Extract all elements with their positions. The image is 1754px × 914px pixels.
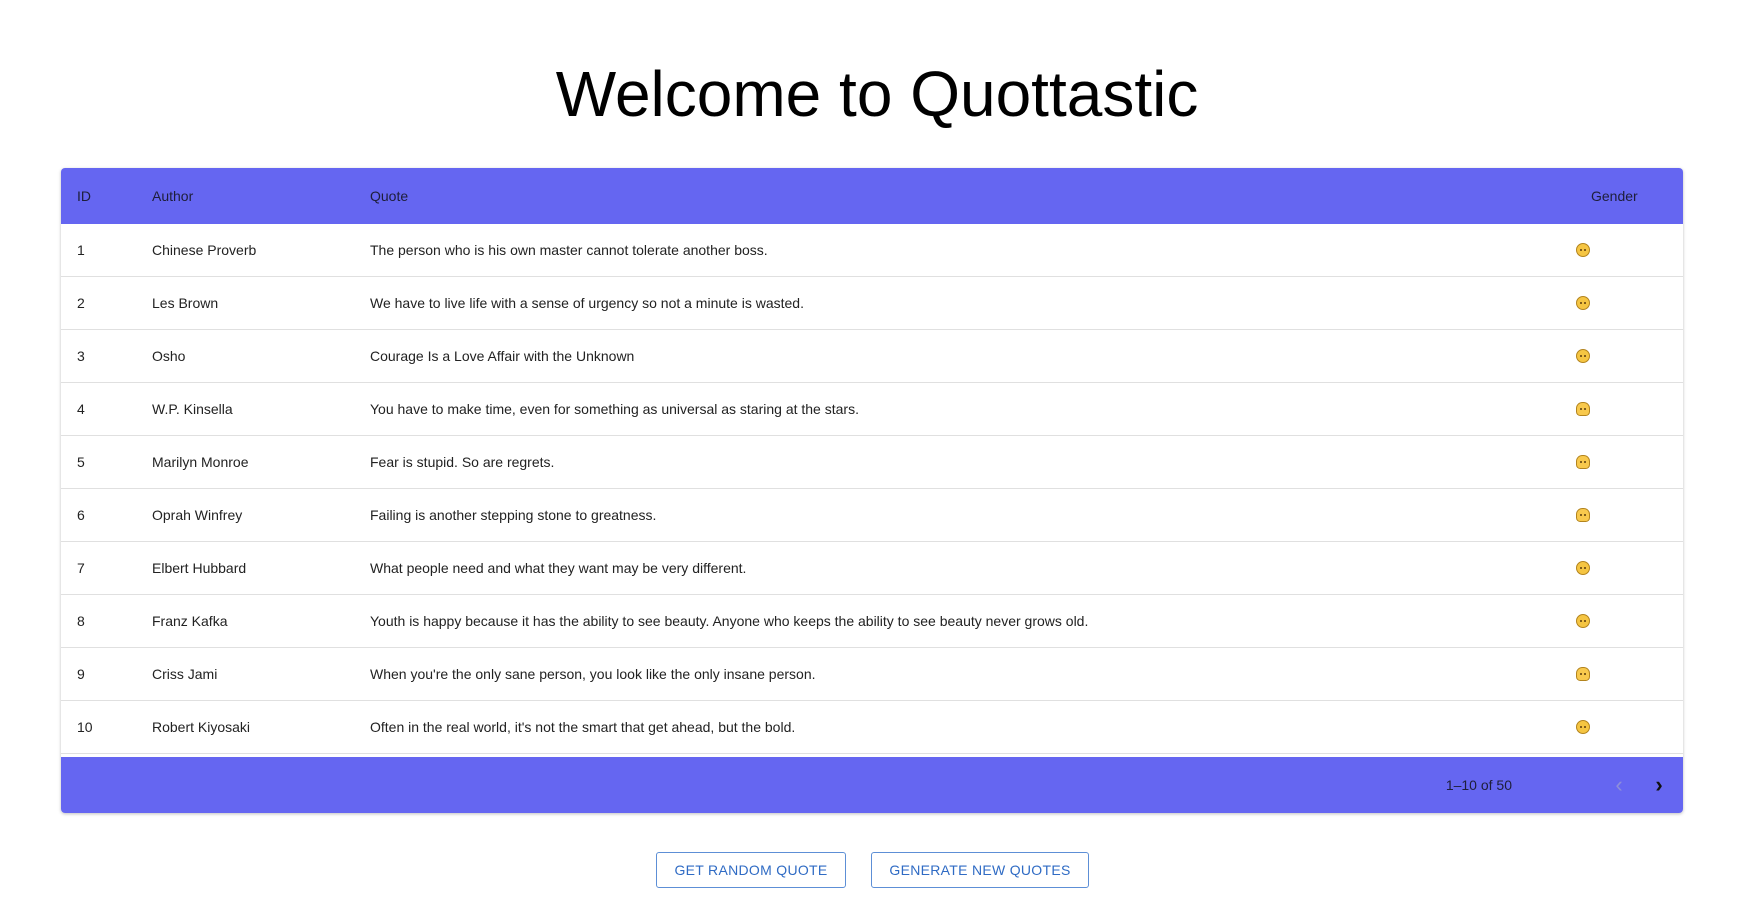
woman-emoji-icon (1576, 667, 1590, 681)
table-row[interactable]: 3 Osho Courage Is a Love Affair with the U… (61, 330, 1683, 383)
column-header-id[interactable]: ID (77, 168, 91, 224)
cell-gender (1576, 436, 1590, 489)
pagination-range: 1–10 of 50 (1445, 777, 1512, 793)
column-header-gender[interactable]: Gender (1591, 168, 1638, 224)
table-row[interactable]: 10 Robert Kiyosaki Often in the real world… (61, 701, 1683, 754)
cell-id: 2 (77, 295, 85, 311)
chevron-left-icon: ‹ (1615, 772, 1623, 797)
cell-quote: The person who is his own master cannot … (370, 242, 768, 258)
man-emoji-icon (1576, 243, 1590, 257)
next-page-button[interactable]: › (1643, 769, 1675, 801)
cell-author: Osho (152, 348, 186, 364)
woman-emoji-icon (1576, 455, 1590, 469)
woman-emoji-icon (1576, 402, 1590, 416)
cell-quote: When you're the only sane person, you lo… (370, 666, 816, 682)
table-row[interactable]: 6 Oprah Winfrey Failing is another steppin… (61, 489, 1683, 542)
cell-quote: Fear is stupid. So are regrets. (370, 454, 555, 470)
column-header-author[interactable]: Author (152, 168, 193, 224)
table-row[interactable]: 9 Criss Jami When you're the only sane per… (61, 648, 1683, 701)
table-row[interactable]: 5 Marilyn Monroe Fear is stupid. So are re… (61, 436, 1683, 489)
page-title: Welcome to Quottastic (555, 58, 1199, 130)
cell-id: 4 (77, 401, 85, 417)
table-row[interactable]: 8 Franz Kafka Youth is happy because it ha… (61, 595, 1683, 648)
cell-id: 1 (77, 242, 85, 258)
cell-gender (1576, 701, 1590, 754)
man-emoji-icon (1576, 349, 1590, 363)
cell-id: 3 (77, 348, 85, 364)
table-row[interactable]: 4 W.P. Kinsella You have to make time, eve… (61, 383, 1683, 436)
man-emoji-icon (1576, 720, 1590, 734)
cell-author: W.P. Kinsella (152, 401, 233, 417)
cell-gender (1576, 595, 1590, 648)
cell-quote: Often in the real world, it's not the sm… (370, 719, 796, 735)
cell-author: Marilyn Monroe (152, 454, 249, 470)
get-random-quote-button[interactable]: GET RANDOM QUOTE (656, 852, 846, 888)
table-row[interactable]: 1 Chinese Proverb The person who is his ow… (61, 224, 1683, 277)
cell-author: Chinese Proverb (152, 242, 257, 258)
cell-author: Oprah Winfrey (152, 507, 243, 523)
cell-gender (1576, 542, 1590, 595)
cell-id: 9 (77, 666, 85, 682)
man-emoji-icon (1576, 614, 1590, 628)
cell-author: Criss Jami (152, 666, 218, 682)
cell-gender (1576, 224, 1590, 277)
cell-quote: You have to make time, even for somethin… (370, 401, 859, 417)
cell-quote: Courage Is a Love Affair with the Unknow… (370, 348, 635, 364)
woman-emoji-icon (1576, 508, 1590, 522)
cell-author: Robert Kiyosaki (152, 719, 251, 735)
table-row[interactable]: 7 Elbert Hubbard What people need and what… (61, 542, 1683, 595)
previous-page-button[interactable]: ‹ (1603, 769, 1635, 801)
cell-quote: What people need and what they want may … (370, 560, 747, 576)
cell-id: 10 (77, 719, 93, 735)
cell-gender (1576, 489, 1590, 542)
man-emoji-icon (1576, 296, 1590, 310)
cell-id: 7 (77, 560, 85, 576)
table-row[interactable]: 2 Les Brown We have to live life with a se… (61, 277, 1683, 330)
chevron-right-icon: › (1655, 772, 1663, 797)
cell-id: 5 (77, 454, 85, 470)
table-header: ID Author Quote Gender (61, 168, 1683, 224)
cell-quote: We have to live life with a sense of urg… (370, 295, 804, 311)
cell-gender (1576, 648, 1590, 701)
cell-author: Les Brown (152, 295, 219, 311)
cell-gender (1576, 330, 1590, 383)
cell-author: Elbert Hubbard (152, 560, 247, 576)
cell-gender (1576, 277, 1590, 330)
cell-author: Franz Kafka (152, 613, 228, 629)
column-header-quote[interactable]: Quote (370, 168, 408, 224)
cell-gender (1576, 383, 1590, 436)
cell-quote: Failing is another stepping stone to gre… (370, 507, 657, 523)
man-emoji-icon (1576, 561, 1590, 575)
cell-quote: Youth is happy because it has the abilit… (370, 613, 1089, 629)
cell-id: 8 (77, 613, 85, 629)
quotes-table: ID Author Quote Gender 1 Chinese Proverb T… (61, 168, 1683, 813)
generate-new-quotes-button[interactable]: GENERATE NEW QUOTES (871, 852, 1089, 888)
cell-id: 6 (77, 507, 85, 523)
table-footer: 1–10 of 50 ‹ › (61, 757, 1683, 813)
